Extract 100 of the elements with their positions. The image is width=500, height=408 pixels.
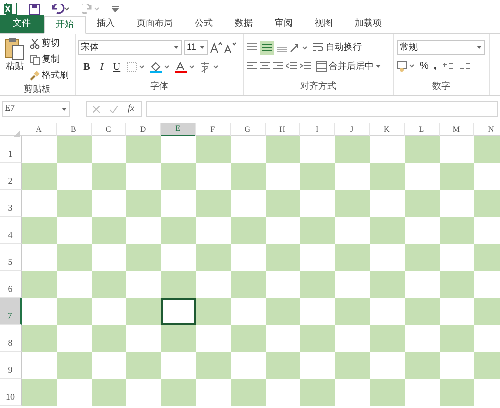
shaded-cell[interactable]: [161, 217, 196, 244]
shaded-cell[interactable]: [300, 271, 336, 298]
shaded-cell[interactable]: [370, 379, 405, 406]
shaded-cell[interactable]: [196, 244, 231, 271]
shaded-cell[interactable]: [230, 271, 266, 298]
shaded-cell[interactable]: [230, 163, 266, 190]
shaded-cell[interactable]: [335, 136, 370, 163]
fill-color-icon[interactable]: [150, 62, 170, 72]
number-format-dropdown[interactable]: 常规: [397, 40, 485, 55]
bold-button[interactable]: B: [82, 60, 92, 74]
shaded-cell[interactable]: [404, 190, 440, 217]
shaded-cell[interactable]: [126, 190, 162, 217]
shaded-cell[interactable]: [266, 352, 300, 379]
shaded-cell[interactable]: [22, 271, 57, 298]
shaded-cell[interactable]: [161, 271, 196, 298]
shaded-cell[interactable]: [126, 298, 162, 325]
column-header[interactable]: E: [161, 123, 196, 137]
ribbon-tab[interactable]: 插入: [86, 15, 126, 33]
shaded-cell[interactable]: [335, 352, 370, 379]
decrease-font-size-icon[interactable]: [224, 42, 236, 53]
shaded-cell[interactable]: [92, 379, 126, 406]
enter-icon[interactable]: [110, 106, 118, 112]
shaded-cell[interactable]: [335, 298, 370, 325]
shaded-cell[interactable]: [196, 136, 231, 163]
shaded-cell[interactable]: [404, 244, 440, 271]
shaded-cell[interactable]: [370, 163, 405, 190]
shaded-cell[interactable]: [230, 379, 266, 406]
shaded-cell[interactable]: [161, 163, 196, 190]
shaded-cell[interactable]: [370, 217, 405, 244]
shaded-cell[interactable]: [404, 352, 440, 379]
font-name-dropdown[interactable]: 宋体: [78, 40, 182, 55]
borders-icon[interactable]: [127, 62, 145, 72]
shaded-cell[interactable]: [126, 352, 162, 379]
shaded-cell[interactable]: [266, 136, 300, 163]
wrap-text-button[interactable]: 自动换行: [313, 40, 362, 54]
align-right-icon[interactable]: [273, 62, 283, 72]
orientation-icon[interactable]: [290, 42, 308, 52]
italic-button[interactable]: I: [97, 60, 107, 74]
shaded-cell[interactable]: [474, 298, 500, 325]
shaded-cell[interactable]: [300, 379, 336, 406]
shaded-cell[interactable]: [404, 298, 440, 325]
shaded-cell[interactable]: [440, 379, 474, 406]
redo-icon[interactable]: [82, 4, 100, 14]
ribbon-tab[interactable]: 加载项: [344, 15, 393, 33]
percent-style-button[interactable]: %: [420, 59, 429, 74]
shaded-cell[interactable]: [56, 244, 92, 271]
shaded-cell[interactable]: [161, 325, 196, 352]
shaded-cell[interactable]: [22, 379, 57, 406]
cancel-icon[interactable]: [93, 106, 100, 112]
shaded-cell[interactable]: [300, 163, 336, 190]
shaded-cell[interactable]: [126, 136, 162, 163]
shaded-cell[interactable]: [22, 325, 57, 352]
shaded-cell[interactable]: [92, 217, 126, 244]
cut-button[interactable]: 剪切: [30, 37, 69, 51]
underline-button[interactable]: U: [112, 60, 122, 74]
shaded-cell[interactable]: [22, 217, 57, 244]
shaded-cell[interactable]: [474, 352, 500, 379]
insert-function-button[interactable]: fx: [128, 102, 134, 116]
shaded-cell[interactable]: [266, 244, 300, 271]
shaded-cell[interactable]: [56, 352, 92, 379]
shaded-cell[interactable]: [161, 379, 196, 406]
file-tab[interactable]: 文件: [0, 15, 44, 33]
ribbon-tab[interactable]: 数据: [224, 15, 264, 33]
shaded-cell[interactable]: [230, 217, 266, 244]
shaded-cell[interactable]: [404, 136, 440, 163]
shaded-cell[interactable]: [440, 163, 474, 190]
shaded-cell[interactable]: [230, 325, 266, 352]
undo-icon[interactable]: [52, 4, 70, 14]
format-painter-button[interactable]: 格式刷: [30, 69, 69, 83]
align-center-icon[interactable]: [260, 62, 270, 72]
shaded-cell[interactable]: [56, 298, 92, 325]
shaded-cell[interactable]: [370, 271, 405, 298]
shaded-cell[interactable]: [266, 298, 300, 325]
shaded-cell[interactable]: [92, 271, 126, 298]
name-box[interactable]: E7: [2, 101, 70, 117]
shaded-cell[interactable]: [126, 244, 162, 271]
shaded-cell[interactable]: [92, 325, 126, 352]
shaded-cell[interactable]: [196, 298, 231, 325]
spreadsheet-app-icon[interactable]: [4, 3, 17, 15]
align-left-icon[interactable]: [247, 62, 257, 72]
font-size-dropdown[interactable]: 11: [184, 40, 208, 55]
decrease-decimal-icon[interactable]: [458, 62, 471, 72]
phonetic-guide-icon[interactable]: [200, 62, 220, 72]
shaded-cell[interactable]: [56, 190, 92, 217]
merge-center-button[interactable]: 合并后居中: [316, 60, 381, 74]
decrease-indent-icon[interactable]: [286, 62, 297, 72]
increase-font-size-icon[interactable]: [210, 42, 222, 53]
currency-icon[interactable]: [397, 61, 415, 72]
paste-button[interactable]: 粘贴: [0, 37, 30, 83]
font-color-icon[interactable]: [175, 62, 195, 72]
ribbon-tab[interactable]: 视图: [304, 15, 344, 33]
shaded-cell[interactable]: [440, 217, 474, 244]
shaded-cell[interactable]: [300, 325, 336, 352]
shaded-cell[interactable]: [196, 190, 231, 217]
shaded-cell[interactable]: [474, 190, 500, 217]
shaded-cell[interactable]: [440, 271, 474, 298]
ribbon-tab[interactable]: 公式: [184, 15, 224, 33]
shaded-cell[interactable]: [474, 136, 500, 163]
shaded-cell[interactable]: [335, 244, 370, 271]
shaded-cell[interactable]: [56, 136, 92, 163]
